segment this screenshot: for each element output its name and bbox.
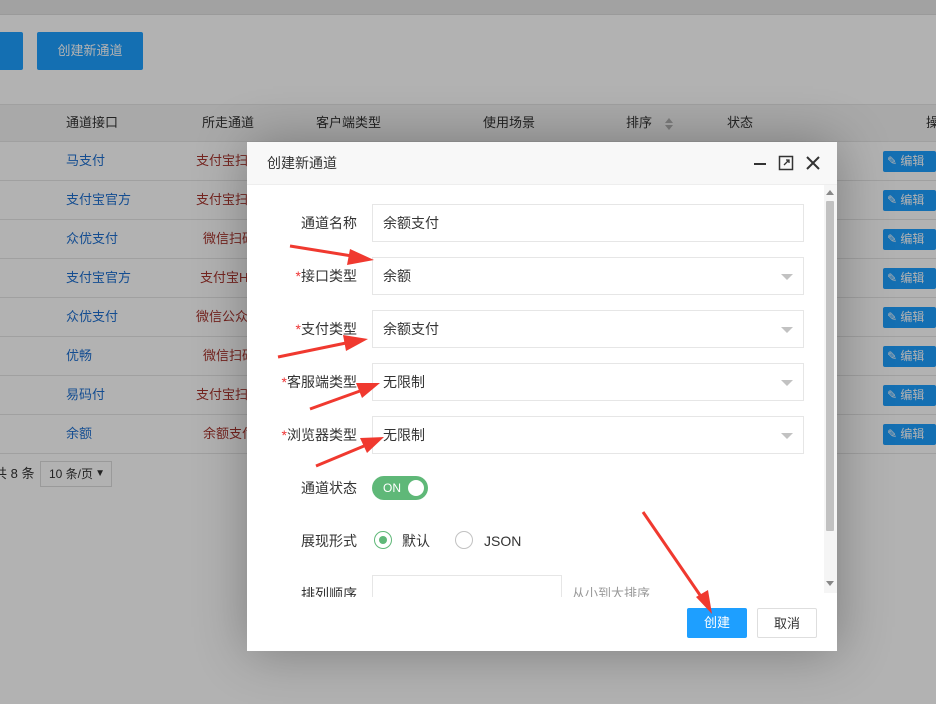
radio-json[interactable]: [455, 531, 473, 549]
scroll-down-icon[interactable]: [826, 581, 834, 586]
create-channel-dialog: 创建新通道 通道名称 余额支付 *接口类型 余额 *支付类型 余额支付 *客服端…: [247, 142, 837, 651]
field-display-form: 展现形式 默认 JSON: [247, 522, 825, 560]
field-sort-order: 排列顺序 从小到大排序: [247, 575, 825, 597]
dialog-scrollbar[interactable]: [824, 185, 837, 593]
pay-type-select[interactable]: 余额支付: [372, 310, 804, 348]
close-icon[interactable]: [804, 154, 822, 172]
field-label: *浏览器类型: [247, 416, 357, 454]
field-channel-name: 通道名称 余额支付: [247, 204, 825, 242]
field-label: 通道状态: [301, 480, 357, 496]
maximize-icon[interactable]: [777, 154, 795, 172]
field-status: 通道状态 ON: [247, 469, 825, 507]
radio-default[interactable]: [374, 531, 392, 549]
dropdown-caret-icon: [781, 433, 793, 439]
field-label: *支付类型: [247, 310, 357, 348]
select-value: 余额: [383, 268, 411, 284]
dialog-title: 创建新通道: [267, 155, 337, 171]
scroll-thumb[interactable]: [826, 201, 834, 531]
field-label: 通道名称: [301, 215, 357, 231]
dropdown-caret-icon: [781, 327, 793, 333]
field-label-text: 接口类型: [301, 268, 357, 284]
field-label: 排列顺序: [301, 586, 357, 597]
select-value: 余额支付: [383, 321, 439, 337]
field-interface-type: *接口类型 余额: [247, 257, 825, 295]
dialog-header: 创建新通道: [247, 142, 837, 185]
toggle-text: ON: [383, 481, 401, 495]
channel-name-input[interactable]: 余额支付: [372, 204, 804, 242]
dialog-body: 通道名称 余额支付 *接口类型 余额 *支付类型 余额支付 *客服端类型 无限制: [247, 185, 825, 597]
client-type-select[interactable]: 无限制: [372, 363, 804, 401]
field-browser-type: *浏览器类型 无限制: [247, 416, 825, 454]
radio-default-label[interactable]: 默认: [402, 522, 430, 560]
status-toggle[interactable]: ON: [372, 476, 428, 500]
field-client-type: *客服端类型 无限制: [247, 363, 825, 401]
radio-json-label[interactable]: JSON: [484, 522, 521, 560]
cancel-button[interactable]: 取消: [757, 608, 817, 638]
field-label-text: 客服端类型: [287, 374, 357, 390]
field-label-text: 支付类型: [301, 321, 357, 337]
scroll-up-icon[interactable]: [826, 190, 834, 195]
field-pay-type: *支付类型 余额支付: [247, 310, 825, 348]
field-label: 展现形式: [301, 533, 357, 549]
browser-type-select[interactable]: 无限制: [372, 416, 804, 454]
minimize-icon[interactable]: [751, 154, 769, 172]
create-button[interactable]: 创建: [687, 608, 747, 638]
field-label-text: 浏览器类型: [287, 427, 357, 443]
dropdown-caret-icon: [781, 380, 793, 386]
field-label: *客服端类型: [247, 363, 357, 401]
select-value: 无限制: [383, 427, 425, 443]
field-label: *接口类型: [247, 257, 357, 295]
sort-order-hint: 从小到大排序: [572, 586, 651, 597]
select-value: 无限制: [383, 374, 425, 390]
sort-order-input[interactable]: [372, 575, 562, 597]
dropdown-caret-icon: [781, 274, 793, 280]
interface-type-select[interactable]: 余额: [372, 257, 804, 295]
toggle-knob: [408, 480, 424, 496]
